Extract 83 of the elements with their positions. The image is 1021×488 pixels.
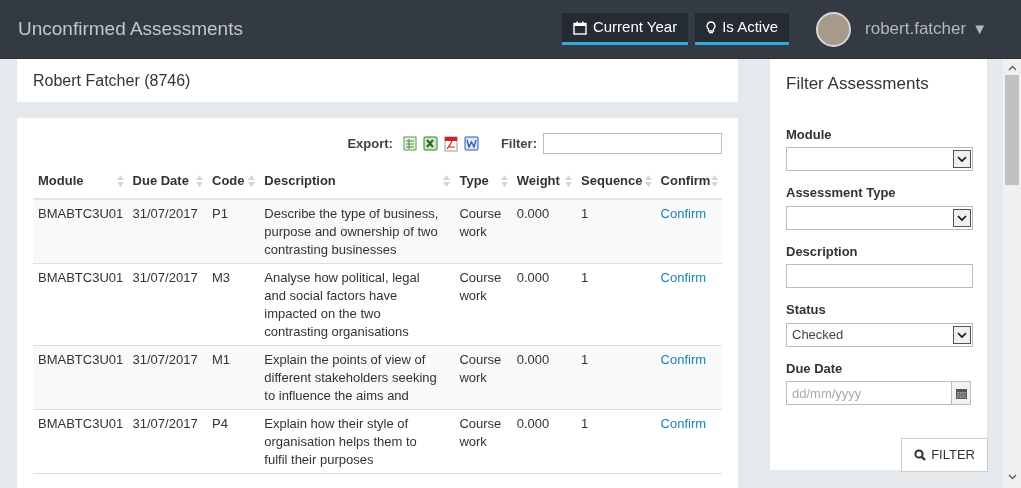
confirm-link[interactable]: Confirm: [660, 415, 707, 431]
field-label: Status: [786, 302, 826, 317]
code-cell: P1: [212, 205, 228, 221]
confirm-link[interactable]: Confirm: [660, 351, 707, 367]
calendar-button[interactable]: [952, 381, 971, 405]
sequence-cell: 1: [581, 415, 589, 431]
user-menu[interactable]: robert.fatcher: [865, 16, 967, 42]
due-date-cell: 31/07/2017: [132, 205, 198, 221]
spreadsheet-icon[interactable]: [402, 136, 417, 151]
module-cell: BMABTC3U01: [38, 351, 124, 367]
field-label: Assessment Type: [786, 185, 896, 200]
pdf-icon[interactable]: [443, 135, 458, 152]
sequence-cell: 1: [581, 205, 589, 221]
sort-icon[interactable]: [196, 174, 203, 187]
scroll-up-icon[interactable]: [1007, 65, 1017, 71]
filter-panel-title: Filter Assessments: [786, 73, 930, 95]
type-cell: Course work: [459, 350, 500, 387]
dropdown-field[interactable]: [786, 205, 973, 230]
description-cell-text: Describe the type of business, purpose and ownership of two contrasting businesses: [264, 204, 440, 259]
calendar-icon: [572, 20, 587, 35]
code-cell: M1: [212, 351, 231, 367]
module-cell: BMABTC3U01: [38, 415, 124, 431]
column-header[interactable]: Due Date: [132, 171, 189, 191]
field-label: Due Date: [786, 360, 843, 376]
sort-icon[interactable]: [500, 174, 508, 187]
sort-icon[interactable]: [443, 174, 451, 187]
sequence-cell: 1: [581, 269, 589, 285]
sort-icon[interactable]: [565, 174, 573, 187]
student-name: Robert Fatcher (8746): [33, 70, 191, 91]
due-date-cell: 31/07/2017: [132, 415, 198, 431]
scroll-thumb[interactable]: [1005, 75, 1019, 185]
due-date-cell: 31/07/2017: [132, 269, 198, 285]
field-label: Module: [786, 126, 832, 142]
column-header[interactable]: Sequence: [581, 171, 643, 191]
weight-cell: 0.000: [516, 351, 550, 367]
filter-toggle[interactable]: Current Year: [561, 13, 689, 45]
type-cell: Course work: [459, 204, 500, 241]
module-cell: BMABTC3U01: [38, 205, 124, 221]
code-cell: P4: [212, 415, 228, 431]
weight-cell: 0.000: [516, 269, 550, 285]
confirm-link[interactable]: Confirm: [660, 269, 707, 285]
filter-label: Filter:: [500, 134, 537, 153]
dropdown-field[interactable]: [786, 147, 973, 171]
column-header[interactable]: Module: [38, 171, 84, 191]
description-cell-text: Explain how their style of organisation helps them to fulfil their purposes: [264, 414, 418, 469]
table-filter-field[interactable]: [543, 133, 722, 154]
column-header[interactable]: Type: [459, 171, 489, 191]
caret-icon[interactable]: ▼: [972, 17, 987, 41]
column-header[interactable]: Code: [212, 171, 245, 191]
lightbulb-icon: [706, 20, 717, 35]
calendar-icon: [955, 387, 967, 399]
code-cell: M3: [212, 269, 231, 285]
avatar-photo-placeholder[interactable]: [816, 11, 852, 47]
text-field[interactable]: [786, 264, 973, 288]
column-header[interactable]: Confirm: [660, 171, 711, 191]
type-cell: Course work: [459, 268, 500, 305]
sequence-cell: 1: [581, 351, 589, 367]
excel-icon[interactable]: [422, 136, 438, 151]
dropdown-field[interactable]: Checked: [786, 322, 973, 347]
scrollbar[interactable]: [1003, 59, 1021, 488]
column-header[interactable]: Weight: [516, 171, 560, 191]
export-label: Export:: [347, 134, 393, 153]
field-label: Description: [786, 243, 858, 259]
due-date-cell: 31/07/2017: [132, 351, 198, 367]
sort-icon[interactable]: [711, 174, 718, 187]
scroll-down-icon[interactable]: [1007, 474, 1017, 480]
weight-cell: 0.000: [516, 205, 550, 221]
word-icon[interactable]: [463, 136, 479, 151]
sort-icon[interactable]: [116, 174, 124, 187]
sort-icon[interactable]: [248, 174, 256, 187]
description-cell-text: Analyse how political, legal and social factors have impacted on the two contrasting organisations: [264, 268, 421, 341]
page-title: Unconfirmed Assessments: [18, 16, 243, 41]
module-cell: BMABTC3U01: [38, 269, 124, 285]
date-field[interactable]: dd/mm/yyyy: [786, 381, 952, 405]
type-cell: Course work: [459, 414, 500, 451]
search-icon: [914, 449, 927, 461]
sort-icon[interactable]: [644, 174, 652, 187]
filter-button[interactable]: FILTER: [901, 438, 988, 472]
description-cell-text: Explain the points of view of different stakeholders seeking to influence the aims and: [264, 350, 438, 405]
column-header[interactable]: Description: [264, 171, 336, 191]
confirm-link[interactable]: Confirm: [660, 205, 707, 221]
filter-toggle[interactable]: Is Active: [695, 13, 790, 45]
weight-cell: 0.000: [516, 415, 550, 431]
